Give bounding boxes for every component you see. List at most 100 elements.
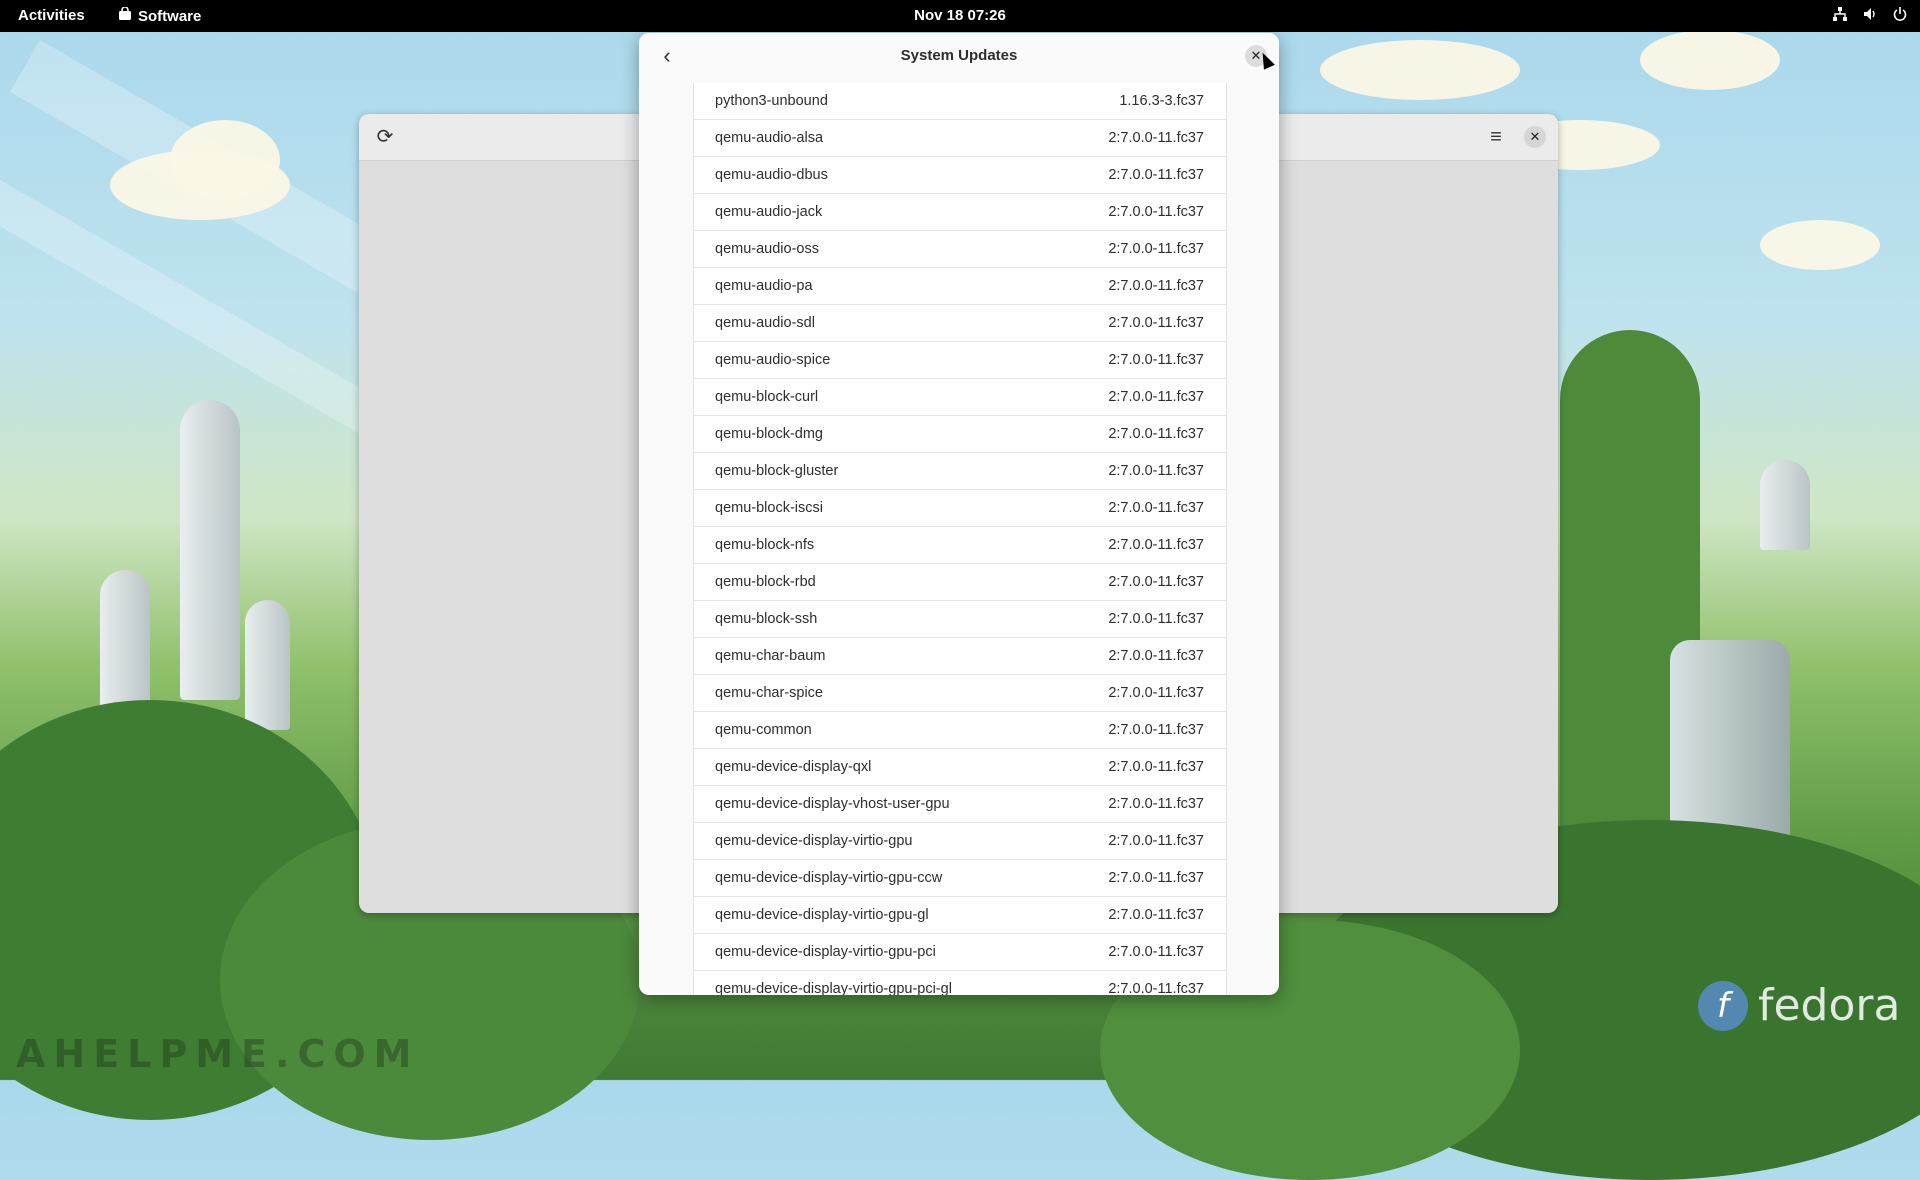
package-name: qemu-device-display-virtio-gpu	[715, 833, 913, 849]
package-name: qemu-block-ssh	[715, 611, 818, 627]
package-row[interactable]: qemu-audio-oss 2:7.0.0-11.fc37	[694, 231, 1226, 268]
package-name: qemu-block-curl	[715, 389, 819, 405]
package-row[interactable]: qemu-char-spice 2:7.0.0-11.fc37	[694, 675, 1226, 712]
package-version: 2:7.0.0-11.fc37	[1108, 685, 1204, 701]
cloud	[1760, 220, 1880, 270]
package-row[interactable]: qemu-char-baum 2:7.0.0-11.fc37	[694, 638, 1226, 675]
package-version: 2:7.0.0-11.fc37	[1108, 907, 1204, 923]
refresh-icon[interactable]: ⟳	[371, 123, 399, 151]
package-name: qemu-block-dmg	[715, 426, 823, 442]
package-name: qemu-audio-jack	[715, 204, 823, 220]
package-row[interactable]: qemu-device-display-vhost-user-gpu 2:7.0.…	[694, 786, 1226, 823]
package-version: 2:7.0.0-11.fc37	[1108, 463, 1204, 479]
package-row[interactable]: qemu-device-display-virtio-gpu-ccw 2:7.0.…	[694, 860, 1226, 897]
package-list[interactable]: python3-unbound 1.16.3-3.fc37 qemu-audio-a…	[693, 83, 1227, 995]
package-version: 2:7.0.0-11.fc37	[1108, 722, 1204, 738]
package-version: 1.16.3-3.fc37	[1119, 93, 1204, 109]
top-bar: Activities Software Nov 18 07:26	[0, 0, 1920, 32]
package-row[interactable]: qemu-audio-pa 2:7.0.0-11.fc37	[694, 268, 1226, 305]
cloud	[170, 120, 280, 200]
package-row[interactable]: qemu-audio-spice 2:7.0.0-11.fc37	[694, 342, 1226, 379]
package-name: qemu-char-baum	[715, 648, 826, 664]
package-version: 2:7.0.0-11.fc37	[1108, 167, 1204, 183]
package-name: qemu-audio-dbus	[715, 167, 828, 183]
volume-icon	[1862, 6, 1878, 26]
tower	[180, 400, 240, 700]
fedora-branding: f fedora	[1698, 980, 1900, 1031]
fedora-logo-icon: f	[1698, 980, 1748, 1031]
cloud	[1640, 30, 1780, 90]
package-row[interactable]: qemu-device-display-virtio-gpu-pci-gl 2:7…	[694, 971, 1226, 995]
package-row[interactable]: qemu-device-display-virtio-gpu-pci 2:7.0.…	[694, 934, 1226, 971]
package-row[interactable]: qemu-audio-alsa 2:7.0.0-11.fc37	[694, 120, 1226, 157]
package-name: qemu-common	[715, 722, 812, 738]
package-version: 2:7.0.0-11.fc37	[1108, 315, 1204, 331]
package-row[interactable]: qemu-device-display-virtio-gpu-gl 2:7.0.0…	[694, 897, 1226, 934]
package-name: qemu-audio-pa	[715, 278, 813, 294]
package-version: 2:7.0.0-11.fc37	[1108, 796, 1204, 812]
package-row[interactable]: qemu-common 2:7.0.0-11.fc37	[694, 712, 1226, 749]
package-version: 2:7.0.0-11.fc37	[1108, 648, 1204, 664]
package-version: 2:7.0.0-11.fc37	[1108, 759, 1204, 775]
package-name: qemu-block-iscsi	[715, 500, 823, 516]
clock[interactable]: Nov 18 07:26	[0, 7, 1920, 24]
package-version: 2:7.0.0-11.fc37	[1108, 833, 1204, 849]
tower	[1760, 460, 1810, 550]
package-version: 2:7.0.0-11.fc37	[1108, 204, 1204, 220]
dialog-title: System Updates	[900, 47, 1018, 64]
package-name: qemu-audio-spice	[715, 352, 831, 368]
package-name: qemu-audio-alsa	[715, 130, 824, 146]
hamburger-menu-icon[interactable]: ≡	[1482, 123, 1510, 151]
dialog-header: ‹ System Updates ✕	[639, 33, 1279, 79]
package-version: 2:7.0.0-11.fc37	[1108, 981, 1204, 995]
package-row[interactable]: qemu-block-dmg 2:7.0.0-11.fc37	[694, 416, 1226, 453]
package-name: qemu-audio-sdl	[715, 315, 815, 331]
package-version: 2:7.0.0-11.fc37	[1108, 352, 1204, 368]
package-name: qemu-device-display-virtio-gpu-ccw	[715, 870, 943, 886]
package-version: 2:7.0.0-11.fc37	[1108, 241, 1204, 257]
power-icon	[1892, 6, 1908, 26]
package-row[interactable]: python3-unbound 1.16.3-3.fc37	[694, 83, 1226, 120]
close-icon[interactable]: ✕	[1524, 126, 1546, 148]
package-row[interactable]: qemu-block-gluster 2:7.0.0-11.fc37	[694, 453, 1226, 490]
package-version: 2:7.0.0-11.fc37	[1108, 574, 1204, 590]
package-row[interactable]: qemu-block-nfs 2:7.0.0-11.fc37	[694, 527, 1226, 564]
package-name: qemu-device-display-virtio-gpu-pci-gl	[715, 981, 952, 995]
package-name: qemu-device-display-qxl	[715, 759, 872, 775]
network-icon	[1832, 6, 1848, 26]
package-version: 2:7.0.0-11.fc37	[1108, 389, 1204, 405]
package-name: qemu-char-spice	[715, 685, 823, 701]
package-name: qemu-block-nfs	[715, 537, 815, 553]
package-version: 2:7.0.0-11.fc37	[1108, 130, 1204, 146]
package-version: 2:7.0.0-11.fc37	[1108, 278, 1204, 294]
package-name: qemu-device-display-vhost-user-gpu	[715, 796, 950, 812]
package-row[interactable]: qemu-block-curl 2:7.0.0-11.fc37	[694, 379, 1226, 416]
package-row[interactable]: qemu-block-ssh 2:7.0.0-11.fc37	[694, 601, 1226, 638]
package-name: qemu-block-gluster	[715, 463, 839, 479]
package-row[interactable]: qemu-device-display-qxl 2:7.0.0-11.fc37	[694, 749, 1226, 786]
package-name: qemu-audio-oss	[715, 241, 819, 257]
package-version: 2:7.0.0-11.fc37	[1108, 870, 1204, 886]
cloud	[1320, 40, 1520, 100]
tower	[245, 600, 290, 730]
package-version: 2:7.0.0-11.fc37	[1108, 944, 1204, 960]
package-row[interactable]: qemu-audio-sdl 2:7.0.0-11.fc37	[694, 305, 1226, 342]
package-version: 2:7.0.0-11.fc37	[1108, 611, 1204, 627]
package-row[interactable]: qemu-block-iscsi 2:7.0.0-11.fc37	[694, 490, 1226, 527]
tower	[100, 570, 150, 710]
package-row[interactable]: qemu-audio-jack 2:7.0.0-11.fc37	[694, 194, 1226, 231]
system-tray[interactable]	[1832, 6, 1908, 26]
package-name: python3-unbound	[715, 93, 828, 109]
package-name: qemu-device-display-virtio-gpu-gl	[715, 907, 929, 923]
package-version: 2:7.0.0-11.fc37	[1108, 537, 1204, 553]
package-row[interactable]: qemu-block-rbd 2:7.0.0-11.fc37	[694, 564, 1226, 601]
fedora-wordmark: fedora	[1758, 980, 1901, 1031]
package-row[interactable]: qemu-device-display-virtio-gpu 2:7.0.0-11…	[694, 823, 1226, 860]
package-row[interactable]: qemu-audio-dbus 2:7.0.0-11.fc37	[694, 157, 1226, 194]
package-version: 2:7.0.0-11.fc37	[1108, 426, 1204, 442]
watermark-text: AHELPME.COM	[16, 1032, 420, 1076]
package-name: qemu-block-rbd	[715, 574, 816, 590]
package-version: 2:7.0.0-11.fc37	[1108, 500, 1204, 516]
package-name: qemu-device-display-virtio-gpu-pci	[715, 944, 936, 960]
system-updates-dialog: ‹ System Updates ✕ python3-unbound 1.16.3…	[639, 33, 1279, 995]
